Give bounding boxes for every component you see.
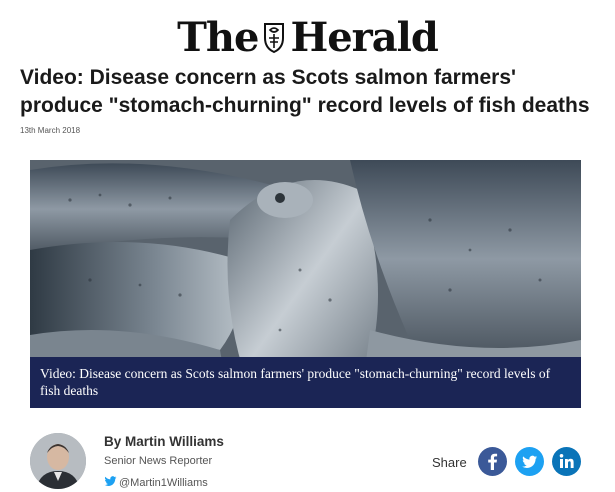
share-label: Share [432,455,467,470]
author-role: Senior News Reporter [104,455,213,467]
linkedin-share-button[interactable] [552,447,581,476]
video-caption: Video: Disease concern as Scots salmon f… [30,357,581,408]
masthead-logo[interactable]: The Herald [0,14,615,62]
author-twitter-handle[interactable]: @Martin1Williams [104,476,208,489]
video-player[interactable]: Video: Disease concern as Scots salmon f… [30,160,581,408]
crest-icon [264,23,285,54]
linkedin-icon [559,454,574,468]
author-handle-text: @Martin1Williams [119,477,208,489]
twitter-icon [522,455,538,468]
article-date: 13th March 2018 [20,126,81,135]
author-name[interactable]: By Martin Williams [104,434,224,449]
masthead-name-left: The [177,14,259,61]
facebook-icon [488,453,498,470]
article-headline: Video: Disease concern as Scots salmon f… [20,66,590,117]
author-avatar[interactable] [30,433,86,489]
twitter-bird-icon [104,476,117,486]
facebook-share-button[interactable] [478,447,507,476]
twitter-share-button[interactable] [515,447,544,476]
author-photo [30,433,86,489]
masthead-name-right: Herald [290,14,438,61]
